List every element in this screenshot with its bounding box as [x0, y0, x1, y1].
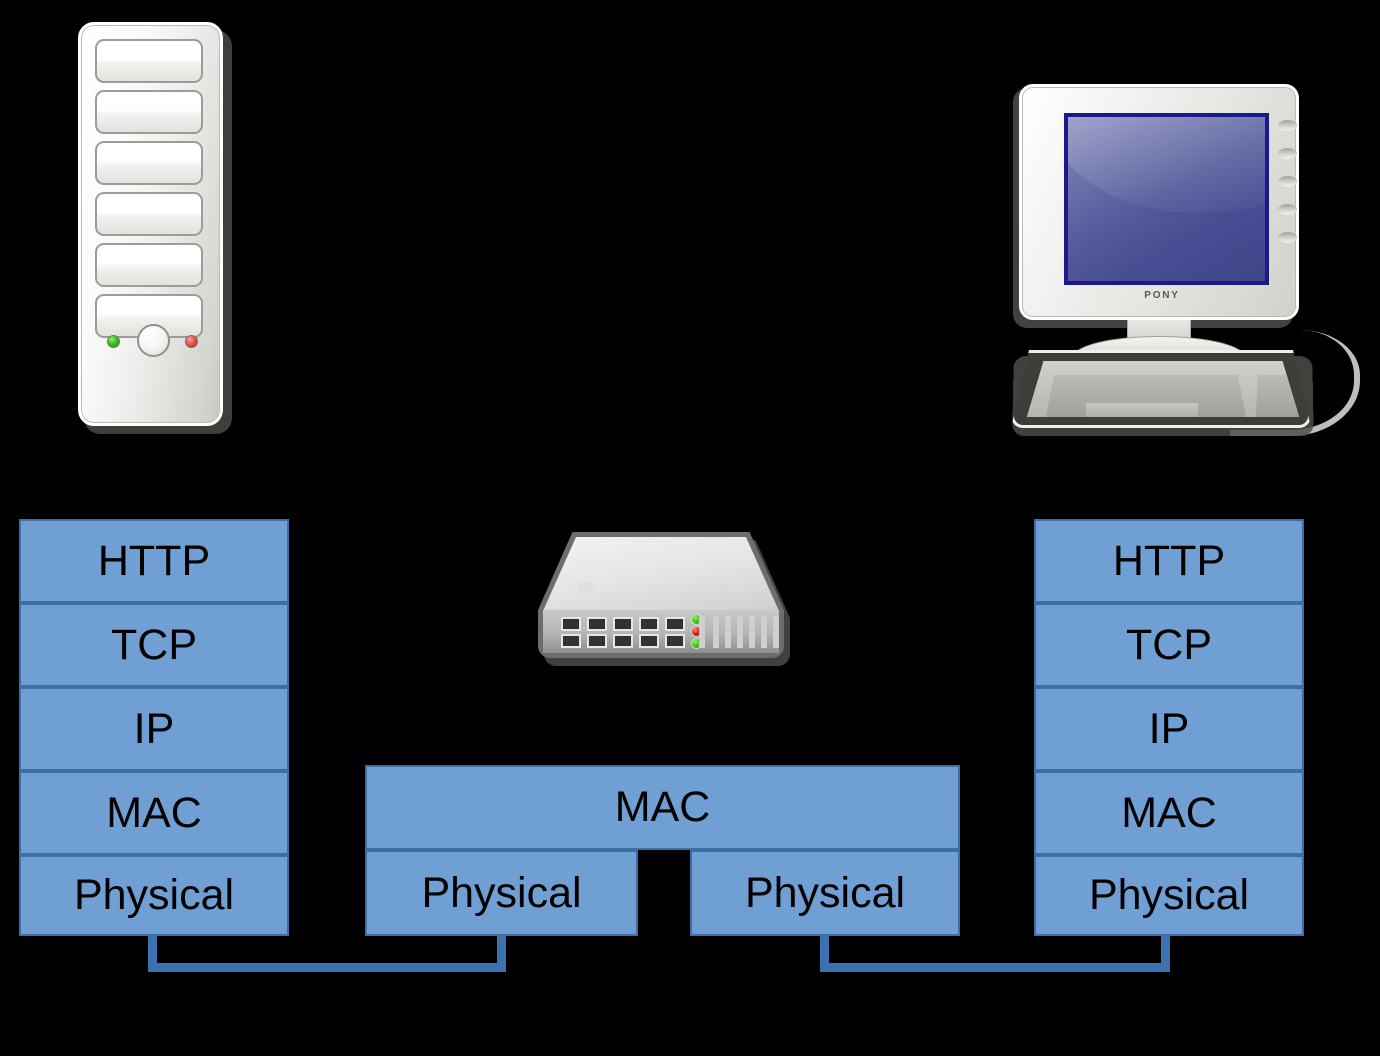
- keyboard: [1011, 350, 1311, 428]
- layer-label: Physical: [1088, 871, 1250, 919]
- keyboard-numpad-area: [1256, 375, 1300, 417]
- layer-label: MAC: [1121, 788, 1217, 837]
- server-drive-bay: [95, 192, 203, 236]
- layer-label: TCP: [111, 620, 197, 669]
- server-drive-bay: [95, 141, 203, 185]
- server-drive-bay: [95, 243, 203, 287]
- stack-layer-http[interactable]: HTTP: [19, 519, 289, 603]
- switch-vent: [699, 616, 705, 648]
- layer-label: MAC: [106, 788, 202, 837]
- server-chassis: [78, 22, 223, 426]
- switch-port: [561, 617, 581, 631]
- layer-label: IP: [1148, 704, 1190, 753]
- server-drive-bay: [95, 90, 203, 134]
- monitor-bezel: PONY: [1019, 84, 1299, 320]
- stack-layer-physical-left[interactable]: Physical: [365, 850, 638, 936]
- switch-vent: [773, 616, 779, 648]
- server-tower-icon: [78, 22, 232, 434]
- switch-vent: [713, 616, 719, 648]
- desktop-computer-icon: PONY: [1005, 78, 1365, 438]
- stack-layer-mac[interactable]: MAC: [1034, 771, 1304, 855]
- stack-layer-mac[interactable]: MAC: [365, 765, 960, 850]
- layer-label: Physical: [421, 868, 582, 917]
- monitor-button-icon: [1278, 204, 1297, 215]
- server-power-button: [137, 324, 170, 357]
- connector-horizontal: [820, 963, 1170, 972]
- layer-label: TCP: [1126, 620, 1212, 669]
- switch-vent: [725, 616, 731, 648]
- server-drive-bay: [95, 39, 203, 83]
- layer-label: Physical: [744, 868, 906, 917]
- monitor-button-icon: [1278, 232, 1297, 243]
- stack-layer-tcp[interactable]: TCP: [19, 603, 289, 687]
- stack-layer-ip[interactable]: IP: [19, 687, 289, 771]
- monitor-button-icon: [1278, 120, 1297, 131]
- monitor-screen: [1064, 113, 1269, 285]
- stack-layer-mac[interactable]: MAC: [19, 771, 289, 855]
- switch-port: [639, 617, 659, 631]
- switch-top-panel: [543, 537, 779, 611]
- monitor-button-icon: [1278, 148, 1297, 159]
- switch-vent: [737, 616, 743, 648]
- layer-label: HTTP: [97, 536, 211, 585]
- switch-top-dot: [578, 582, 594, 592]
- monitor-button-icon: [1278, 176, 1297, 187]
- switch-port: [665, 617, 685, 631]
- switch-vent: [749, 616, 755, 648]
- connector-vertical-right: [1161, 936, 1170, 972]
- connector-vertical-right: [497, 936, 506, 972]
- switch-port: [561, 634, 581, 648]
- switch-vent: [761, 616, 767, 648]
- server-status-led-red: [185, 335, 198, 348]
- stack-layer-http[interactable]: HTTP: [1034, 519, 1304, 603]
- diagram-canvas: PONY HTTP TCP IP MAC Physical MAC Physic…: [0, 0, 1380, 1056]
- switch-port: [665, 634, 685, 648]
- switch-port: [639, 634, 659, 648]
- switch-top-dot: [728, 582, 744, 592]
- monitor-side-buttons: [1278, 120, 1298, 260]
- stack-layer-ip[interactable]: IP: [1034, 687, 1304, 771]
- stack-layer-physical[interactable]: Physical: [1034, 855, 1304, 936]
- layer-label: IP: [133, 704, 175, 753]
- network-switch-icon: [538, 532, 790, 666]
- layer-label: Physical: [73, 871, 235, 919]
- server-power-led-green: [107, 335, 120, 348]
- connector-horizontal: [148, 963, 506, 972]
- layer-label: HTTP: [1112, 536, 1226, 585]
- layer-label: MAC: [614, 783, 711, 831]
- switch-front-panel: [543, 610, 779, 653]
- keyboard-spacebar: [1086, 403, 1198, 417]
- stack-layer-tcp[interactable]: TCP: [1034, 603, 1304, 687]
- switch-port: [613, 634, 633, 648]
- switch-port: [587, 634, 607, 648]
- stack-layer-physical[interactable]: Physical: [19, 855, 289, 936]
- keyboard-face: [1026, 361, 1300, 417]
- switch-port: [587, 617, 607, 631]
- stack-layer-physical-right[interactable]: Physical: [690, 850, 960, 936]
- switch-port: [613, 617, 633, 631]
- monitor-brand-label: PONY: [1144, 290, 1180, 301]
